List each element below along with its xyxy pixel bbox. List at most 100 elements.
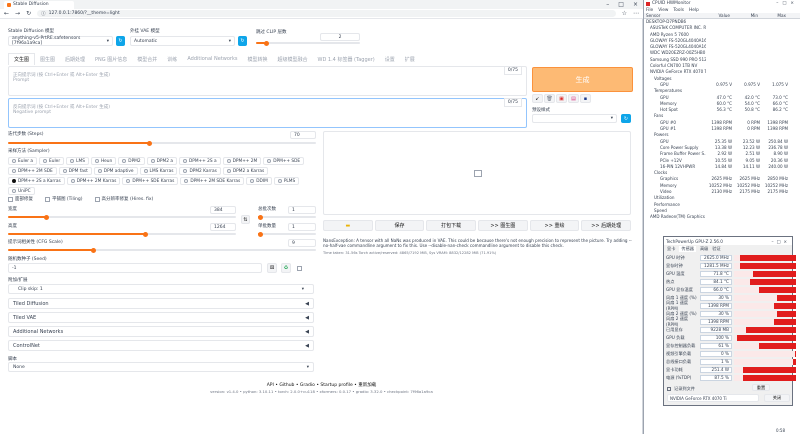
sampler-option[interactable]: DPM2 a (146, 157, 177, 165)
gpuz-tab[interactable]: 高级 (700, 246, 708, 252)
minimize-icon[interactable]: – (606, 1, 609, 8)
tab-8[interactable]: 超级模型融合 (273, 54, 313, 65)
hwmonitor-controls-icon[interactable]: –□× (776, 1, 798, 6)
sampler-option[interactable]: LMS Karras (139, 167, 178, 175)
sampler-option[interactable]: PLMS (273, 177, 300, 185)
gpuz-controls-icon[interactable]: –□× (771, 239, 790, 244)
action-button[interactable]: >> 图生图 (478, 220, 528, 231)
output-image-area[interactable] (323, 131, 631, 215)
reload-icon[interactable]: ↻ (26, 10, 31, 17)
cfg-input[interactable]: 9 (288, 239, 316, 247)
sampler-option[interactable]: DPM++ SDE Karras (122, 177, 179, 185)
image-icon[interactable]: ▤ (568, 94, 579, 103)
gpuz-tab[interactable]: 验证 (712, 246, 720, 252)
seed-input[interactable]: -1 (8, 263, 262, 273)
tab-0[interactable]: 文生图 (8, 53, 36, 65)
sampler-option[interactable]: DPM++ 2M (222, 157, 262, 165)
sampler-option[interactable]: Euler a (8, 157, 38, 165)
sampler-option[interactable]: DPM fast (58, 167, 92, 175)
tab-2[interactable]: 后期处理 (60, 54, 90, 65)
batch-count-slider[interactable] (258, 214, 316, 220)
checkbox-item[interactable]: 面部修复 (8, 196, 33, 202)
column-header[interactable]: Value (704, 13, 732, 18)
gpuz-tab[interactable]: 显卡 (667, 246, 675, 252)
tab-7[interactable]: 模型转换 (242, 54, 272, 65)
tab-9[interactable]: WD 1.4 标签器 (Tagger) (313, 54, 380, 65)
refresh-vae-button[interactable]: ↻ (238, 36, 247, 46)
clip-skip-select[interactable]: Clip skip: 1 ▾ (8, 284, 314, 294)
sampler-option[interactable]: DPM2 Karras (179, 167, 221, 175)
cfg-slider[interactable] (8, 247, 316, 253)
sampler-option[interactable]: DPM++ 2M SDE (8, 167, 57, 175)
script-select[interactable]: None ▾ (8, 362, 314, 372)
sampler-option[interactable]: DPM++ 2M SDE Karras (180, 177, 245, 185)
close-button[interactable]: 关闭 (764, 394, 790, 402)
generate-button[interactable]: 生成 (532, 67, 633, 92)
tab-5[interactable]: 训练 (162, 54, 182, 65)
star-icon[interactable]: ☆ (622, 10, 627, 17)
sampler-option[interactable]: Heun (90, 157, 117, 165)
vae-select[interactable]: Automatic ▾ (130, 36, 235, 46)
sampler-option[interactable]: DDIM (246, 177, 272, 185)
accordion-item[interactable]: Tiled VAE ◀ (8, 312, 314, 323)
reset-button[interactable]: 重置 (752, 384, 770, 391)
style-select[interactable]: ▾ (532, 114, 617, 123)
gpu-select[interactable]: NVIDIA GeForce RTX 4070 Ti (667, 394, 759, 402)
tree-row[interactable]: AMD Radeon(TM) Graphics (646, 214, 800, 220)
maximize-icon[interactable]: □ (618, 1, 624, 8)
close-icon[interactable]: × (633, 1, 638, 8)
sampler-option[interactable]: DPM++ 2S a Karras (8, 177, 65, 185)
open-folder-icon[interactable]: ▬ (323, 220, 373, 231)
tab-10[interactable]: 设置 (380, 54, 400, 65)
recycle-icon[interactable]: ♻ (281, 263, 291, 273)
accordion-item[interactable]: ControlNet ◀ (8, 340, 314, 351)
menu-item[interactable]: Help (689, 8, 699, 13)
checkbox-item[interactable]: 高分辨率修复 (Hires. fix) (94, 196, 153, 202)
height-slider[interactable] (8, 231, 236, 237)
sampler-option[interactable]: DPM++ 2M Karras (66, 177, 121, 185)
sampler-option[interactable]: DPM2 (118, 157, 145, 165)
sampler-option[interactable]: UniPC (8, 187, 35, 195)
browser-tab[interactable]: Stable Diffusion (4, 0, 74, 9)
style-icon[interactable]: ▣ (556, 94, 567, 103)
sampler-option[interactable]: Euler (39, 157, 65, 165)
model-select[interactable]: anything-v5-PrtRE.safetensors [7f96a1a9c… (8, 36, 113, 46)
url-bar[interactable]: ⓘ 127.0.0.1:7860/?__theme=light (37, 10, 616, 17)
forward-icon[interactable]: → (15, 10, 20, 17)
tab-11[interactable]: 扩展 (400, 54, 420, 65)
refresh-model-button[interactable]: ↻ (116, 36, 125, 46)
sampler-option[interactable]: DPM++ SDE (263, 157, 305, 165)
sampler-option[interactable]: DPM++ 2S a (178, 157, 221, 165)
footer-links[interactable]: API • Github • Gradio • Startup profile … (0, 382, 643, 388)
paste-icon[interactable]: ↙ (532, 94, 543, 103)
steps-input[interactable]: 70 (290, 131, 316, 139)
accordion-item[interactable]: Tiled Diffusion ◀ (8, 298, 314, 309)
extra-checkbox[interactable] (297, 266, 302, 271)
sampler-option[interactable]: LMS (66, 157, 89, 165)
tab-4[interactable]: 模型合并 (132, 54, 162, 65)
batch-size-input[interactable]: 1 (288, 223, 316, 231)
action-button[interactable]: 保存 (374, 220, 425, 231)
tab-6[interactable]: Additional Networks (182, 54, 242, 64)
dice-icon[interactable]: ⚄ (267, 263, 277, 273)
back-icon[interactable]: ← (4, 10, 9, 17)
sampler-option[interactable]: DPM adaptive (93, 167, 138, 175)
clip-slider[interactable] (256, 40, 360, 46)
batch-count-input[interactable]: 1 (288, 206, 316, 214)
negative-prompt-box[interactable]: 反向提示词 (按 Ctrl+Enter 或 Alt+Enter 生成) Nega… (8, 98, 527, 128)
tab-3[interactable]: PNG 图片信息 (90, 54, 132, 65)
prompt-box[interactable]: 正向提示词 (按 Ctrl+Enter 或 Alt+Enter 生成) Prom… (8, 66, 527, 96)
swap-dimensions-icon[interactable]: ⇅ (241, 215, 250, 224)
menu-item[interactable]: Tools (673, 8, 684, 13)
column-header[interactable]: Max (760, 13, 788, 18)
accordion-item[interactable]: Additional Networks ◀ (8, 326, 314, 337)
log-checkbox[interactable] (667, 387, 671, 391)
trash-icon[interactable]: 🗑 (544, 94, 555, 103)
width-slider[interactable] (8, 214, 236, 220)
menu-icon[interactable]: ⋯ (633, 10, 639, 17)
column-header[interactable]: Min (732, 13, 760, 18)
action-button[interactable]: >> 重绘 (529, 220, 580, 231)
checkbox-item[interactable]: 平铺图 (Tiling) (45, 196, 83, 202)
column-header[interactable]: Sensor (644, 13, 704, 18)
menu-item[interactable]: File (646, 8, 653, 13)
